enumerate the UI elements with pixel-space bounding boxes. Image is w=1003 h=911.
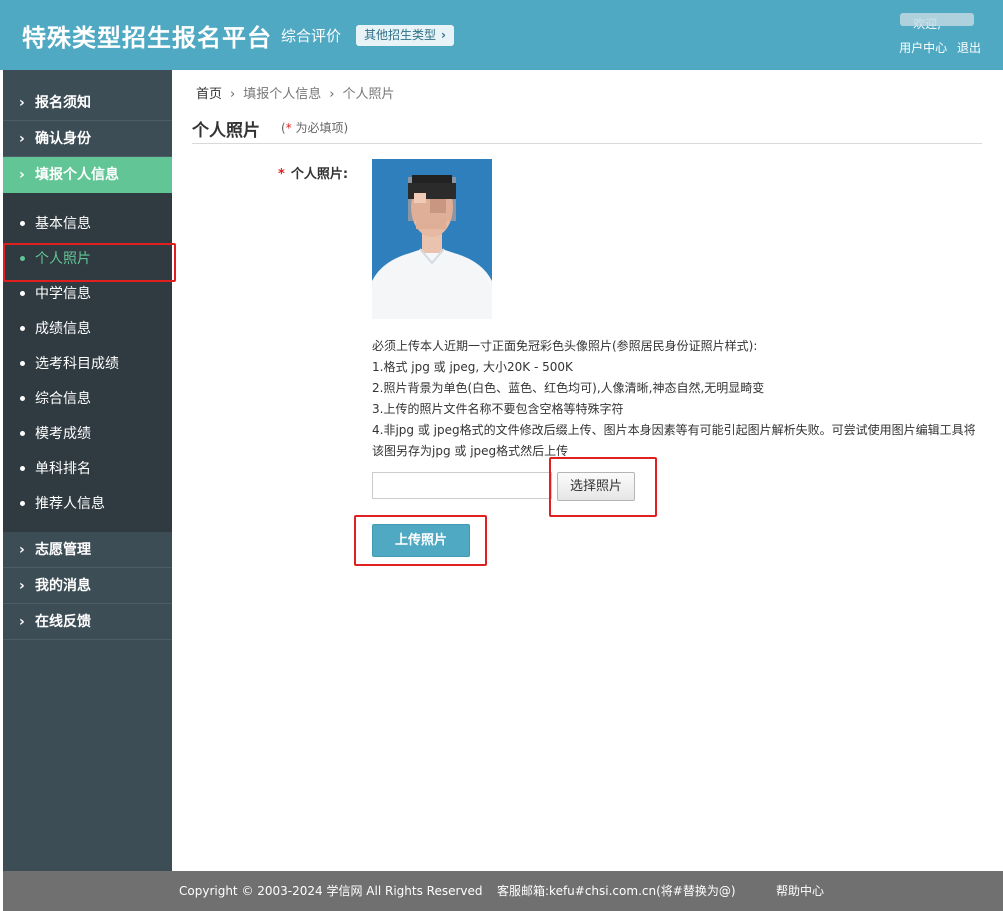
photo-field-label: * 个人照片: bbox=[278, 163, 348, 182]
subnav-item-label: 中学信息 bbox=[35, 286, 91, 302]
user-center-link[interactable]: 用户中心 bbox=[899, 41, 947, 55]
chevron-right-icon: › bbox=[19, 542, 25, 558]
bullet-icon bbox=[20, 360, 25, 366]
footer-service-email: 客服邮箱:kefu#chsi.com.cn(将#替换为@) bbox=[497, 884, 736, 898]
other-admission-types-button[interactable]: 其他招生类型 › bbox=[356, 25, 454, 46]
chevron-right-icon: › bbox=[19, 131, 25, 147]
subnav-item-school-info[interactable]: 中学信息 bbox=[3, 277, 172, 312]
top-header: 特殊类型招生报名平台 综合评价 其他招生类型› 欢迎, 用户中心 退出 bbox=[0, 0, 1003, 70]
highlight-box-choose bbox=[549, 457, 657, 517]
subnav-item-comprehensive-info[interactable]: 综合信息 bbox=[3, 382, 172, 417]
subnav-item-label: 选考科目成绩 bbox=[35, 356, 119, 372]
chevron-right-icon: › bbox=[329, 87, 335, 102]
bullet-icon bbox=[20, 255, 25, 261]
instruction-rule-2: 2.照片背景为单色(白色、蓝色、红色均可),人像清晰,神态自然,无明显畸变 bbox=[372, 381, 765, 395]
photo-field-label-text: 个人照片: bbox=[290, 167, 349, 182]
sidebar-item-label: 确认身份 bbox=[35, 131, 91, 147]
sidebar-nav: › 报名须知 › 确认身份 › 填报个人信息 基本信息 个人照片 中学信息 成绩信息 … bbox=[3, 70, 176, 871]
sidebar-item-personal-info[interactable]: › 填报个人信息 bbox=[3, 157, 172, 193]
subnav-item-label: 单科排名 bbox=[35, 461, 91, 477]
subnav-item-referee-info[interactable]: 推荐人信息 bbox=[3, 487, 172, 522]
subnav-item-personal-photo[interactable]: 个人照片 bbox=[3, 242, 176, 282]
chevron-right-icon: › bbox=[441, 28, 446, 42]
sidebar-item-messages[interactable]: › 我的消息 bbox=[3, 568, 172, 604]
subnav-item-subject-ranking[interactable]: 单科排名 bbox=[3, 452, 172, 487]
page-footer: Copyright © 2003-2024 学信网 All Rights Res… bbox=[3, 871, 1003, 911]
subnav-item-elective-scores[interactable]: 选考科目成绩 bbox=[3, 347, 172, 382]
chevron-right-icon: › bbox=[230, 87, 236, 102]
required-hint: (* 为必填项) bbox=[281, 121, 349, 135]
id-photo-preview bbox=[372, 159, 492, 319]
instruction-rule-1: 1.格式 jpg 或 jpeg, 大小20K - 500K bbox=[372, 360, 573, 374]
site-title[interactable]: 特殊类型招生报名平台 bbox=[22, 18, 272, 53]
sidebar-item-preferences[interactable]: › 志愿管理 bbox=[3, 532, 172, 568]
subnav-item-label: 推荐人信息 bbox=[35, 496, 105, 512]
required-star: * bbox=[278, 167, 285, 182]
username-blurred bbox=[900, 13, 974, 26]
sidebar-item-label: 我的消息 bbox=[35, 578, 91, 594]
subnav-item-label: 综合信息 bbox=[35, 391, 91, 407]
subnav-item-basic-info[interactable]: 基本信息 bbox=[3, 207, 172, 242]
subnav-item-label: 成绩信息 bbox=[35, 321, 91, 337]
chevron-right-icon: › bbox=[19, 578, 25, 594]
breadcrumb-home[interactable]: 首页 bbox=[196, 87, 222, 102]
subnav-item-grades[interactable]: 成绩信息 bbox=[3, 312, 172, 347]
chevron-right-icon: › bbox=[19, 95, 25, 111]
required-star: * bbox=[285, 121, 292, 135]
bullet-icon bbox=[20, 430, 25, 436]
subnav-item-label: 个人照片 bbox=[35, 251, 91, 267]
portrait-image bbox=[372, 159, 492, 319]
subnav-item-mock-exam[interactable]: 模考成绩 bbox=[3, 417, 172, 452]
sidebar-item-feedback[interactable]: › 在线反馈 bbox=[3, 604, 172, 640]
sidebar-item-label: 报名须知 bbox=[35, 95, 91, 111]
required-hint-text: 为必填项 bbox=[295, 121, 344, 135]
chevron-right-icon: › bbox=[19, 167, 25, 183]
footer-help-center-link[interactable]: 帮助中心 bbox=[776, 871, 824, 911]
file-path-input[interactable] bbox=[372, 472, 552, 499]
instruction-rule-4: 4.非jpg 或 jpeg格式的文件修改后缀上传、图片本身因素等有可能引起图片解… bbox=[372, 423, 976, 458]
instruction-rule-3: 3.上传的照片文件名称不要包含空格等特殊字符 bbox=[372, 402, 624, 416]
subnav-item-label: 模考成绩 bbox=[35, 426, 91, 442]
breadcrumb: 首页 › 填报个人信息 › 个人照片 bbox=[196, 83, 394, 102]
sidebar-item-label: 在线反馈 bbox=[35, 614, 91, 630]
bullet-icon bbox=[20, 395, 25, 401]
bullet-icon bbox=[20, 465, 25, 471]
bullet-icon bbox=[20, 500, 25, 506]
sidebar-subnav: 基本信息 个人照片 中学信息 成绩信息 选考科目成绩 综合信息 模考成绩 单科排… bbox=[3, 193, 176, 532]
sidebar-item-registration-notice[interactable]: › 报名须知 bbox=[3, 85, 172, 121]
breadcrumb-current: 个人照片 bbox=[342, 87, 395, 102]
sidebar-item-confirm-identity[interactable]: › 确认身份 bbox=[3, 121, 172, 157]
highlight-box-upload bbox=[354, 515, 487, 566]
footer-copyright: Copyright © 2003-2024 学信网 All Rights Res… bbox=[179, 884, 483, 898]
evaluation-type-label: 综合评价 bbox=[281, 27, 342, 45]
page-title: 个人照片 bbox=[192, 121, 260, 141]
sidebar-item-label: 填报个人信息 bbox=[35, 167, 119, 183]
bullet-icon bbox=[20, 325, 25, 331]
bullet-icon bbox=[20, 220, 25, 226]
instruction-intro: 必须上传本人近期一寸正面免冠彩色头像照片(参照居民身份证照片样式): bbox=[372, 339, 758, 353]
chevron-right-icon: › bbox=[19, 614, 25, 630]
user-links: 用户中心 退出 bbox=[893, 39, 981, 56]
title-divider bbox=[192, 143, 982, 144]
other-types-label: 其他招生类型 bbox=[364, 28, 437, 42]
sidebar-item-label: 志愿管理 bbox=[35, 542, 91, 558]
bullet-icon bbox=[20, 290, 25, 296]
photo-instructions: 必须上传本人近期一寸正面免冠彩色头像照片(参照居民身份证照片样式): 1.格式 … bbox=[372, 336, 982, 462]
subnav-item-label: 基本信息 bbox=[35, 216, 91, 232]
logout-link[interactable]: 退出 bbox=[957, 41, 981, 55]
breadcrumb-personal-info[interactable]: 填报个人信息 bbox=[243, 87, 321, 102]
